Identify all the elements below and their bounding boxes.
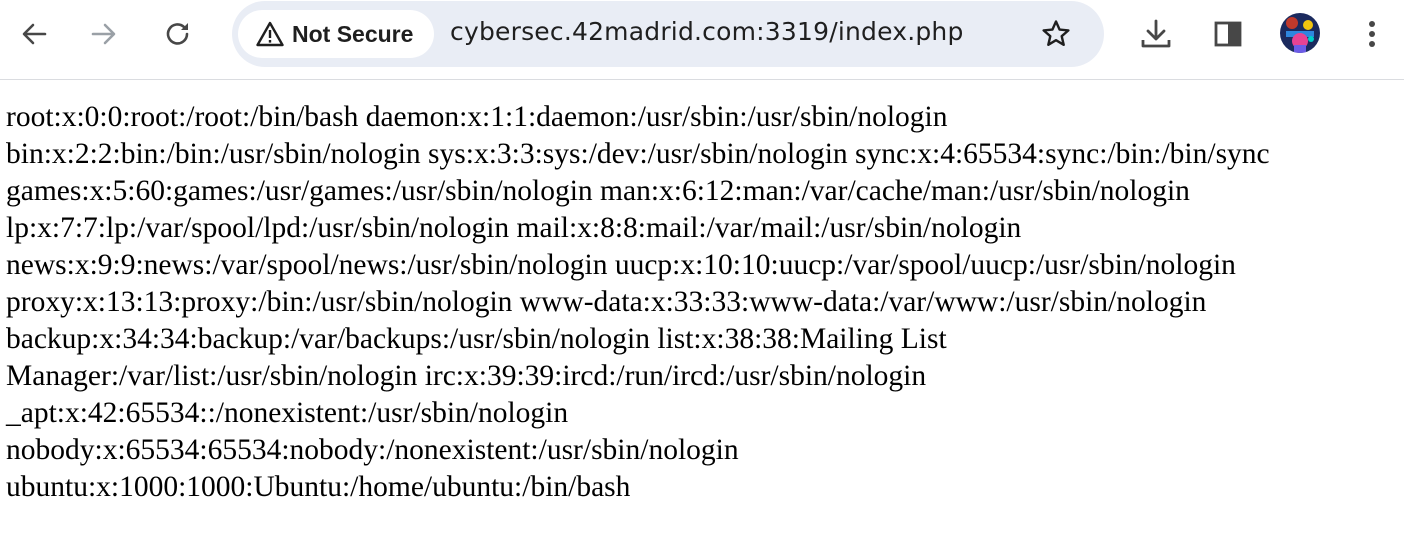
passwd-line: proxy:x:13:13:proxy:/bin:/usr/sbin/nolog… xyxy=(6,286,1207,318)
security-chip[interactable]: Not Secure xyxy=(238,10,434,58)
reload-button[interactable] xyxy=(158,14,198,54)
profile-avatar[interactable] xyxy=(1280,13,1320,53)
passwd-line: games:x:5:60:games:/usr/games:/usr/sbin/… xyxy=(6,175,1190,207)
side-panel-icon xyxy=(1214,21,1242,47)
avatar-icon xyxy=(1280,13,1320,53)
browser-menu-button[interactable] xyxy=(1352,14,1392,54)
bookmark-button[interactable] xyxy=(1036,14,1076,54)
arrow-right-icon xyxy=(91,23,116,45)
download-icon xyxy=(1141,19,1171,48)
back-button[interactable] xyxy=(14,14,54,54)
passwd-line: backup:x:34:34:backup:/var/backups:/usr/… xyxy=(6,323,947,355)
reload-icon xyxy=(166,23,189,45)
passwd-line: _apt:x:42:65534::/nonexistent:/usr/sbin/… xyxy=(6,397,569,429)
side-panel-button[interactable] xyxy=(1208,14,1248,54)
arrow-left-icon xyxy=(22,23,47,45)
security-label: Not Secure xyxy=(292,20,414,47)
passwd-line: ubuntu:x:1000:1000:Ubuntu:/home/ubuntu:/… xyxy=(6,471,631,503)
kebab-menu-icon xyxy=(1369,21,1375,47)
warning-triangle-icon xyxy=(254,18,286,50)
passwd-line: Manager:/var/list:/usr/sbin/nologin irc:… xyxy=(6,360,927,392)
url-text[interactable]: cybersec.42madrid.com:3319/index.php xyxy=(450,17,964,46)
download-button[interactable] xyxy=(1136,14,1176,54)
star-icon xyxy=(1042,20,1070,46)
passwd-line: nobody:x:65534:65534:nobody:/nonexistent… xyxy=(6,434,739,466)
address-bar[interactable]: Not Secure cybersec.42madrid.com:3319/in… xyxy=(232,1,1104,67)
passwd-line: root:x:0:0:root:/root:/bin/bash daemon:x… xyxy=(6,101,948,133)
passwd-line: bin:x:2:2:bin:/bin:/usr/sbin/nologin sys… xyxy=(6,138,1270,170)
browser-toolbar: Not Secure cybersec.42madrid.com:3319/in… xyxy=(0,0,1404,80)
passwd-line: news:x:9:9:news:/var/spool/news:/usr/sbi… xyxy=(6,249,1236,281)
page-content: root:x:0:0:root:/root:/bin/bash daemon:x… xyxy=(6,99,1396,506)
forward-button[interactable] xyxy=(84,14,124,54)
passwd-line: lp:x:7:7:lp:/var/spool/lpd:/usr/sbin/nol… xyxy=(6,212,1022,244)
